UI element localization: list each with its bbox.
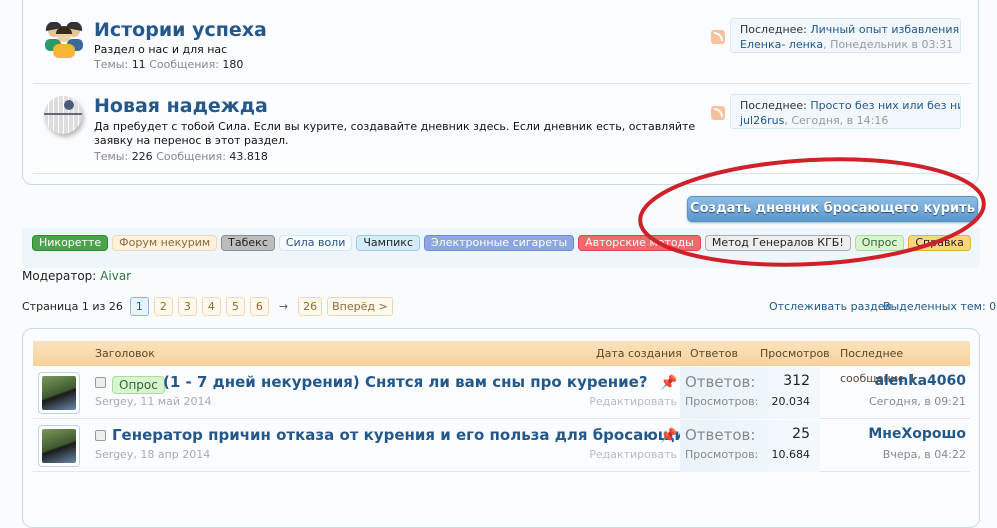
last-post-user[interactable]: МнеХорошо (868, 426, 966, 442)
ellipsis-arrow: → (278, 300, 289, 313)
col-views[interactable]: Просмотров (760, 341, 830, 366)
table-header: Заголовок Дата создания Ответов Просмотр… (33, 341, 970, 385)
pagination: Страница 1 из 26 1 2 3 4 5 6 → 26 Вперёд… (22, 297, 393, 316)
next-page-button[interactable]: Вперёд > (327, 297, 393, 316)
col-title[interactable]: Заголовок (95, 341, 155, 366)
table-row: Генератор причин отказа от курения и его… (33, 420, 970, 472)
watch-forum-link[interactable]: Отслеживать раздел (769, 300, 892, 313)
thread-meta: Sergey, 11 май 2014 (95, 395, 212, 408)
last-post-user[interactable]: alenka4060 (875, 373, 966, 389)
prefix-tag[interactable]: Метод Генералов КГБ! (704, 235, 851, 251)
create-diary-button[interactable]: Создать дневник бросающего курить (687, 196, 978, 222)
col-date[interactable]: Дата создания (596, 341, 682, 366)
prefix-tag[interactable]: Справка (908, 235, 971, 251)
avatar[interactable] (38, 425, 80, 467)
page-6[interactable]: 6 (249, 297, 269, 316)
col-replies[interactable]: Ответов (690, 341, 738, 366)
forum-title[interactable]: Новая надежда (94, 95, 268, 117)
selected-threads[interactable]: Выделенных тем: 0 (883, 300, 996, 313)
forum-stats: Темы: 226 Сообщения: 43.818 (94, 150, 268, 163)
last-post-time[interactable]: Сегодня, в 09:21 (869, 395, 966, 408)
prefix-tag[interactable]: Никоретте (32, 235, 109, 251)
prefix-tag[interactable]: Табекс (221, 235, 275, 251)
people-icon (44, 21, 84, 58)
prefix-tag[interactable]: Чампикс (356, 235, 420, 251)
prefix-tag[interactable]: Электронные сигареты (424, 235, 575, 251)
prefix-tag[interactable]: Опрос (854, 235, 905, 251)
edit-link[interactable]: Редактировать (589, 448, 677, 461)
last-post-box: Последнее: Личный опыт избавления о... Е… (730, 18, 961, 53)
last-post-link[interactable]: Просто без них или без них... (810, 99, 960, 112)
select-checkbox[interactable] (95, 430, 106, 441)
page-3[interactable]: 3 (177, 297, 197, 316)
page-5[interactable]: 5 (225, 297, 245, 316)
thread-stats: Ответов: 312 Просмотров: 20.034 (680, 367, 820, 419)
forum-stats: Темы: 11 Сообщения: 180 (94, 58, 244, 71)
last-post-link[interactable]: Личный опыт избавления о... (810, 23, 960, 36)
page-2[interactable]: 2 (153, 297, 173, 316)
forum-title[interactable]: Истории успеха (94, 19, 267, 41)
last-post-user[interactable]: jul26rus (740, 114, 784, 127)
thread-stats: Ответов: 25 Просмотров: 10.684 (680, 420, 820, 472)
prefix-tag[interactable]: Форум некурим (112, 235, 218, 251)
page-1[interactable]: 1 (129, 297, 149, 316)
thread-meta: Sergey, 18 апр 2014 (95, 448, 211, 461)
death-star-icon (44, 96, 82, 134)
table-row: Опрос (1 - 7 дней некурения) Снятся ли в… (33, 367, 970, 419)
last-post-user[interactable]: Еленка- ленка (740, 38, 823, 51)
prefix-badge[interactable]: Опрос (112, 376, 165, 394)
thread-title[interactable]: (1 - 7 дней некурения) Снятся ли вам сны… (163, 373, 648, 391)
rss-icon[interactable] (711, 30, 725, 44)
prefix-tags: Никоретте Форум некурим Табекс Сила воли Чам… (32, 235, 971, 251)
page-last[interactable]: 26 (298, 297, 323, 316)
prefix-tag[interactable]: Авторские методы (578, 235, 701, 251)
forum-description: Да пребудет с тобой Сила. Если вы курите… (94, 120, 696, 147)
divider (33, 173, 970, 174)
last-post-box: Последнее: Просто без них или без них...… (730, 94, 961, 129)
page-4[interactable]: 4 (201, 297, 221, 316)
moderator: Модератор: Aivar (22, 269, 132, 283)
pin-icon: 📌 (660, 375, 678, 391)
last-post-time[interactable]: Вчера, в 04:22 (883, 448, 966, 461)
avatar[interactable] (38, 372, 80, 414)
forum-description: Раздел о нас и для нас (94, 43, 228, 56)
edit-link[interactable]: Редактировать (589, 395, 677, 408)
prefix-tag[interactable]: Сила воли (278, 235, 353, 251)
pin-icon: 📌 (660, 428, 678, 444)
select-checkbox[interactable] (95, 377, 106, 388)
divider (33, 83, 970, 84)
moderator-name[interactable]: Aivar (100, 269, 131, 283)
rss-icon[interactable] (711, 106, 725, 120)
